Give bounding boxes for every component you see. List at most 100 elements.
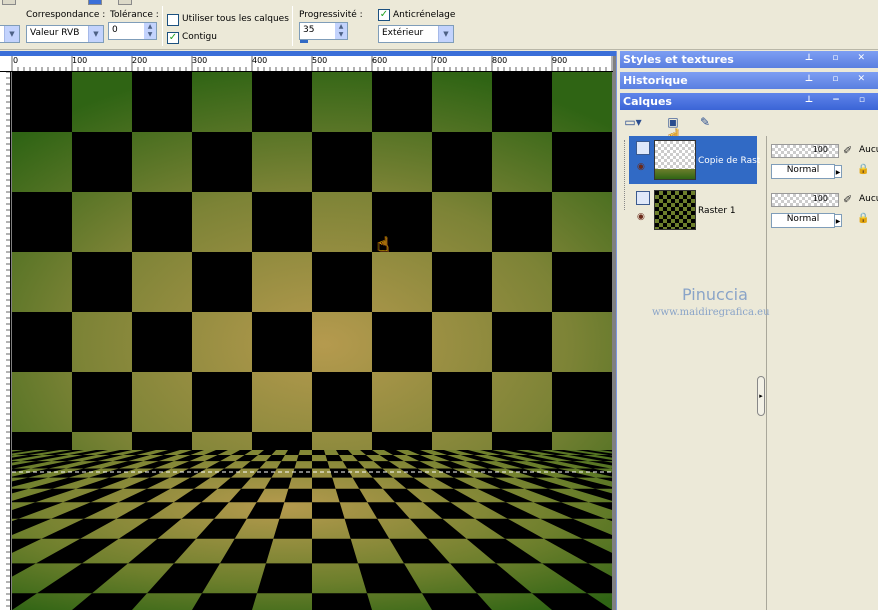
toolbar-button[interactable] [118,0,132,5]
layer-row-raster1[interactable]: ◉ Raster 1 [629,186,757,234]
brush-icon[interactable]: ✐ [843,144,857,158]
layer-name: Raster 1 [698,206,736,216]
correspondance-value: Valeur RVB [30,28,80,38]
contigu-label: Contigu [182,32,217,42]
eye-icon[interactable]: ◉ [637,213,650,222]
wall-black-square [372,432,432,450]
palette-splitter[interactable]: ▸ [757,376,765,416]
wall-black-square [432,132,492,192]
wall-black-square [552,252,612,312]
wall-black-square [312,252,372,312]
layer-icon [636,141,650,155]
palette-buttons[interactable]: ⊥ − ▫ [805,95,873,105]
lock-icon[interactable]: 🔒 [857,164,871,178]
wall-black-square [192,252,252,312]
anticrenelage-label: Anticrénelage [393,10,456,20]
brush-icon[interactable]: ✐ [843,193,857,207]
wall-black-square [312,372,372,432]
layer-name: Copie de Rast [698,156,761,166]
horizontal-ruler: 0 100 200 300 400 500 600 700 800 900 [0,56,613,72]
eye-icon[interactable]: ◉ [637,163,650,172]
new-layer-icon[interactable]: ▭▾ [622,113,644,131]
blend-mode-select[interactable]: Normal ▶ [771,164,842,179]
prev-combo[interactable]: ▼ [0,25,20,43]
progressivite-slider-mark[interactable] [300,40,308,43]
contigu-checkbox[interactable]: ✓ [167,32,179,44]
floor-black-tile [312,593,372,610]
wall-black-square [552,372,612,432]
lock-icon[interactable]: 🔒 [857,213,871,227]
antialias-mode-select[interactable]: Extérieur ▼ [378,25,454,43]
layer-thumbnail [654,190,696,230]
wall-black-square [372,312,432,372]
wall-black-square [252,432,312,450]
wall-black-square [252,192,312,252]
palette-buttons[interactable]: ⊥ ▫ ✕ [805,74,873,84]
floor-black-tile [192,593,258,610]
tolerance-value: 0 [112,25,118,35]
palette-buttons[interactable]: ⊥ ▫ ✕ [805,53,873,63]
wall-black-square [552,132,612,192]
styles-title-text: Styles et textures [623,53,734,66]
ruler-label: 200 [132,56,148,65]
toolbar-button-active[interactable] [88,0,102,5]
ruler-label: 800 [492,56,508,65]
styles-palette-title[interactable]: Styles et textures ⊥ ▫ ✕ [620,51,878,68]
wall-black-square [492,192,552,252]
floor-black-tile [312,538,359,564]
tolerance-label: Tolérance : [110,10,159,20]
history-title-text: Historique [623,74,688,87]
chevron-right-icon[interactable]: ▶ [834,165,842,178]
chevron-right-icon[interactable]: ▶ [834,214,842,227]
floor-black-tile [312,502,345,519]
floor-black-tile [284,488,312,503]
anticrenelage-checkbox[interactable]: ✓ [378,9,390,21]
checkerboard-wall [12,72,612,450]
correspondance-label: Correspondance : [26,10,106,20]
history-palette-title[interactable]: Historique ⊥ ▫ ✕ [620,72,878,89]
wall-black-square [72,132,132,192]
wall-black-square [192,132,252,192]
layer-row-copie[interactable]: ◉ Copie de Rast [629,136,761,184]
opacity-value: 100 [812,145,828,154]
antialias-mode-value: Extérieur [382,28,424,38]
wall-black-square [252,72,312,132]
opacity-slider[interactable]: 100 [771,144,839,158]
use-all-layers-checkbox[interactable] [167,14,179,26]
ruler-label: 0 [13,56,19,65]
floor-black-tile [291,468,312,478]
wall-black-square [312,132,372,192]
tolerance-stepper[interactable]: 0 ▲ ▼ [108,22,157,40]
floor-black-tile [273,518,312,539]
checkerboard-floor [12,450,612,610]
wall-black-square [12,312,72,372]
wall-black-square [132,72,192,132]
progressivite-stepper[interactable]: 35 ▲ ▼ [299,22,348,40]
spinner-icon[interactable]: ▲ ▼ [144,23,156,39]
layer-group-line [624,140,625,210]
toolbar-button[interactable] [2,0,16,5]
wall-black-square [192,372,252,432]
layers-title-text: Calques [623,95,672,108]
ruler-label: 600 [372,56,388,65]
wall-black-square [72,372,132,432]
wall-black-square [72,252,132,312]
chevron-down-icon[interactable]: ▼ [88,26,103,42]
canvas-image-wall[interactable] [12,72,612,450]
wall-black-square [492,312,552,372]
layer-properties-icon[interactable]: ✎ [694,113,716,131]
layers-palette-title[interactable]: Calques ⊥ − ▫ [620,93,878,110]
opacity-slider[interactable]: 100 [771,193,839,207]
separator [162,6,163,46]
mask-label: Aucu [859,145,878,155]
blend-mode-select[interactable]: Normal ▶ [771,213,842,228]
correspondance-select[interactable]: Valeur RVB ▼ [26,25,104,43]
spinner-icon[interactable]: ▲ ▼ [335,23,347,39]
chevron-down-icon[interactable]: ▼ [438,26,453,42]
wall-black-square [12,432,72,450]
canvas-image-floor[interactable] [12,450,612,610]
floor-black-tile [312,461,330,469]
floor-black-tile [312,477,336,489]
ruler-label: 400 [252,56,268,65]
floor-black-tile [312,450,326,455]
